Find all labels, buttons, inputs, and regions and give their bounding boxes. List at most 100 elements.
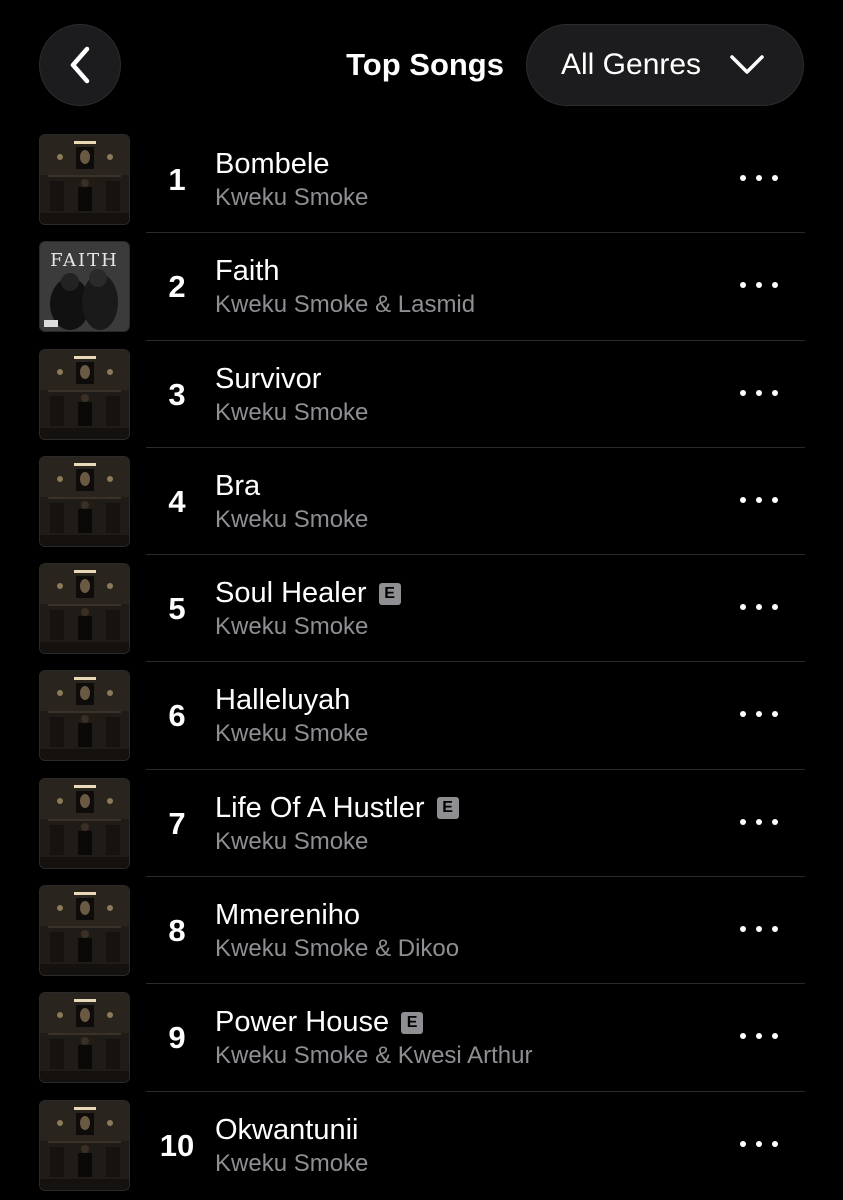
- song-title-text: Life Of A Hustler: [215, 791, 425, 824]
- explicit-badge: E: [378, 582, 401, 605]
- song-artist: Kweku Smoke: [215, 1149, 369, 1177]
- song-rank: 8: [168, 913, 186, 949]
- song-row[interactable]: 4 Bra Kweku Smoke: [0, 448, 843, 556]
- more-horizontal-icon[interactable]: [740, 170, 778, 186]
- more-horizontal-icon[interactable]: [740, 706, 778, 722]
- song-row[interactable]: 8 Mmereniho Kweku Smoke & Dikoo: [0, 877, 843, 985]
- more-dot: [772, 496, 778, 503]
- back-button[interactable]: [39, 24, 121, 106]
- song-rank: 5: [168, 591, 186, 627]
- more-dot: [740, 1140, 746, 1147]
- song-title: Soul Healer E: [215, 577, 401, 610]
- song-title: Halleluyah: [215, 684, 350, 717]
- song-row[interactable]: 10 Okwantunii Kweku Smoke: [0, 1092, 843, 1199]
- more-dot: [740, 282, 746, 289]
- more-dot: [740, 1033, 746, 1040]
- genre-filter-button[interactable]: All Genres: [526, 24, 804, 106]
- song-title-text: Mmereniho: [215, 899, 361, 932]
- more-horizontal-icon[interactable]: [740, 492, 778, 508]
- more-horizontal-icon[interactable]: [740, 814, 778, 830]
- more-dot: [740, 175, 746, 181]
- more-dot: [772, 389, 778, 396]
- more-dot: [740, 818, 746, 825]
- song-rank: 9: [168, 1020, 186, 1056]
- more-dot: [740, 604, 746, 611]
- more-dot: [756, 496, 762, 503]
- song-title: Faith: [215, 255, 279, 288]
- song-title: Okwantunii: [215, 1114, 358, 1147]
- more-dot: [740, 926, 746, 933]
- album-art: [39, 348, 130, 440]
- song-artist: Kweku Smoke: [215, 613, 369, 641]
- song-title-text: Faith: [215, 255, 280, 288]
- more-dot: [756, 818, 762, 825]
- more-dot: [756, 282, 762, 289]
- more-dot: [772, 926, 778, 933]
- song-rank: 7: [168, 805, 186, 841]
- song-rank: 3: [168, 376, 186, 412]
- song-artist: Kweku Smoke & Lasmid: [215, 291, 476, 319]
- more-horizontal-icon[interactable]: [740, 1028, 778, 1044]
- album-art: [39, 563, 130, 655]
- more-dot: [740, 711, 746, 718]
- album-art: [39, 134, 130, 225]
- song-rank: 10: [159, 1127, 195, 1163]
- album-art: [39, 885, 130, 977]
- page-title: Top Songs: [346, 47, 504, 82]
- song-title: Bombele: [215, 148, 329, 181]
- song-title-text: Bra: [215, 469, 261, 502]
- more-horizontal-icon[interactable]: [740, 921, 778, 937]
- song-artist: Kweku Smoke & Kwesi Arthur: [215, 1042, 533, 1070]
- song-row[interactable]: 1 Bombele Kweku Smoke: [0, 126, 843, 234]
- genre-filter-label: All Genres: [561, 48, 702, 81]
- song-row[interactable]: 3 Survivor Kweku Smoke: [0, 341, 843, 448]
- song-title: Mmereniho: [215, 899, 360, 932]
- more-horizontal-icon[interactable]: [740, 277, 778, 293]
- more-dot: [756, 175, 762, 181]
- song-row[interactable]: 9 Power House E Kweku Smoke & Kwesi Arthur: [0, 984, 843, 1092]
- more-dot: [756, 1140, 762, 1147]
- album-art-text: FAITH: [50, 250, 119, 271]
- song-title-text: Okwantunii: [215, 1113, 359, 1146]
- more-dot: [772, 175, 778, 181]
- more-dot: [756, 926, 762, 933]
- more-dot: [756, 389, 762, 396]
- more-dot: [756, 1033, 762, 1040]
- song-title-text: Soul Healer: [215, 577, 367, 610]
- song-title: Power House E: [215, 1006, 424, 1039]
- song-title-text: Halleluyah: [215, 684, 351, 717]
- album-art: [39, 1099, 130, 1191]
- song-rank: 6: [168, 698, 186, 734]
- song-title: Life Of A Hustler E: [215, 792, 459, 825]
- song-row[interactable]: 7 Life Of A Hustler E Kweku Smoke: [0, 770, 843, 878]
- song-row[interactable]: 6 Halleluyah Kweku Smoke: [0, 662, 843, 770]
- song-artist: Kweku Smoke: [215, 398, 369, 426]
- more-dot: [772, 818, 778, 825]
- album-art: [39, 992, 130, 1084]
- song-rank: 2: [168, 269, 186, 305]
- more-dot: [772, 604, 778, 611]
- more-dot: [772, 1033, 778, 1040]
- song-artist: Kweku Smoke: [215, 827, 369, 855]
- header: Top Songs All Genres: [0, 0, 843, 130]
- more-horizontal-icon[interactable]: [740, 1136, 778, 1152]
- chevron-left-icon: [70, 46, 90, 84]
- more-dot: [772, 711, 778, 718]
- song-title: Bra: [215, 470, 260, 503]
- song-title: Survivor: [215, 363, 321, 396]
- more-dot: [740, 496, 746, 503]
- song-row[interactable]: 5 Soul Healer E Kweku Smoke: [0, 555, 843, 663]
- song-artist: Kweku Smoke: [215, 505, 369, 533]
- song-title-text: Power House: [215, 1006, 390, 1039]
- more-horizontal-icon[interactable]: [740, 385, 778, 401]
- song-title-text: Survivor: [215, 362, 322, 395]
- song-row[interactable]: FAITH 2 Faith Kweku Smoke & Lasmid: [0, 233, 843, 341]
- song-artist: Kweku Smoke & Dikoo: [215, 935, 460, 963]
- song-rank: 4: [168, 483, 186, 519]
- more-dot: [740, 389, 746, 396]
- song-title-text: Bombele: [215, 148, 330, 180]
- more-horizontal-icon[interactable]: [740, 599, 778, 615]
- explicit-badge: E: [401, 1011, 424, 1034]
- album-art: FAITH: [39, 241, 130, 333]
- more-dot: [772, 1140, 778, 1147]
